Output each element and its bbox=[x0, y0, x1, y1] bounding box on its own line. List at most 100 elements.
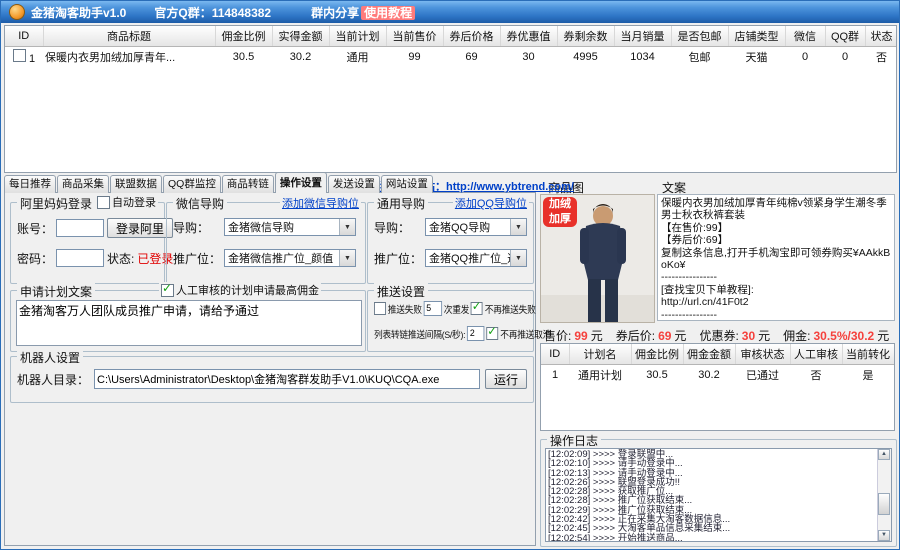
copy-text-box[interactable]: 保暖内衣男加绒加厚青年纯棉v领紧身学生潮冬季男士秋衣秋裤套装 【在售价:99】 … bbox=[657, 194, 895, 321]
checkmark-icon: ✓ bbox=[487, 325, 496, 337]
scroll-up-icon: ▲ bbox=[881, 451, 887, 457]
qq-guide-select[interactable]: 金猪QQ导购 ▼ bbox=[425, 218, 527, 236]
price-unit: 元 bbox=[758, 329, 770, 343]
group-title: 操作日志 bbox=[547, 432, 601, 449]
official-qq-group-label: 官方Q群：114848382 bbox=[154, 4, 271, 21]
qq-slot-select[interactable]: 金猪QQ推广位_通用 ▼ bbox=[425, 249, 527, 267]
checkmark-icon: ✓ bbox=[162, 282, 172, 294]
account-input[interactable] bbox=[56, 219, 104, 237]
column-header[interactable]: 佣金比例 bbox=[631, 344, 683, 365]
group-title: 微信导购 bbox=[173, 195, 227, 212]
tab-send-settings[interactable]: 发送设置 bbox=[328, 175, 380, 193]
table-row[interactable]: 1 通用计划 30.5 30.2 已通过 否 是 bbox=[541, 365, 894, 386]
run-button[interactable]: 运行 bbox=[485, 369, 527, 389]
scroll-up-button[interactable]: ▲ bbox=[878, 449, 890, 460]
add-qq-slot-link[interactable]: 添加QQ导购位 bbox=[453, 195, 529, 211]
log-scrollbar[interactable]: ▲ ▼ bbox=[877, 449, 891, 541]
tab-qq-group-monitor[interactable]: QQ群监控 bbox=[163, 175, 221, 193]
operation-settings-page: 阿里妈妈登录 自动登录 账号： 登录阿里 密码： 状态: 已登录 微信导购 添加… bbox=[4, 192, 536, 546]
column-header[interactable]: 券后价格 bbox=[443, 26, 500, 47]
column-header[interactable]: 当前转化 bbox=[842, 344, 894, 365]
push-fail-checkbox[interactable] bbox=[374, 302, 386, 315]
push-settings-group: 推送设置 推送失败 次重发 ✓ 不再推送失败 列表转链推送间隔(S/秒): ✓ … bbox=[367, 290, 534, 352]
column-header[interactable]: QQ群 bbox=[825, 26, 865, 47]
plan-apply-textarea[interactable]: 金猪淘客万人团队成员推广申请，请给予通过 bbox=[16, 300, 362, 346]
ali-login-group: 阿里妈妈登录 自动登录 账号： 登录阿里 密码： 状态: 已登录 bbox=[10, 202, 165, 284]
selected-value: 金猪微信导购 bbox=[225, 219, 294, 235]
column-header[interactable]: 是否包邮 bbox=[671, 26, 728, 47]
checkmark-icon: ✓ bbox=[472, 300, 481, 312]
tab-union-data[interactable]: 联盟数据 bbox=[110, 175, 162, 193]
column-header[interactable]: 人工审核 bbox=[790, 344, 842, 365]
wechat-guide-group: 微信导购 添加微信导购位 导购： 金猪微信导购 ▼ 推广位： 金猪微信推广位_颜… bbox=[166, 202, 366, 284]
selected-value: 金猪QQ导购 bbox=[426, 219, 490, 235]
wechat-slot-select[interactable]: 金猪微信推广位_颜值 ▼ bbox=[224, 249, 356, 267]
no-cancel-checkbox[interactable]: ✓ bbox=[486, 327, 498, 340]
manual-review-checkbox[interactable]: ✓ bbox=[161, 284, 174, 297]
column-header[interactable]: 佣金比例 bbox=[215, 26, 272, 47]
login-ali-button[interactable]: 登录阿里 bbox=[107, 218, 173, 238]
column-header[interactable]: 券优惠值 bbox=[500, 26, 557, 47]
cell-free-shipping: 包邮 bbox=[671, 47, 728, 68]
group-title: 通用导购 bbox=[374, 195, 428, 212]
column-header[interactable]: 商品标题 bbox=[43, 26, 215, 47]
account-label: 账号： bbox=[17, 220, 53, 237]
product-table: ID 商品标题 佣金比例 实得金额 当前计划 当前售价 券后价格 券优惠值 券剩… bbox=[4, 25, 897, 173]
tab-site-settings[interactable]: 网站设置 bbox=[381, 175, 433, 193]
cell-product-title: 保暖内衣男加绒加厚青年... bbox=[43, 47, 215, 68]
column-header[interactable]: ID bbox=[5, 26, 43, 47]
robot-dir-input[interactable] bbox=[94, 369, 480, 389]
price-unit: 元 bbox=[877, 329, 889, 343]
tab-product-convert[interactable]: 商品转链 bbox=[222, 175, 274, 193]
cell-coupon-value: 30 bbox=[500, 47, 557, 68]
push-fail-label: 推送失败 bbox=[388, 302, 422, 316]
log-entry: [12:02:54] >>>> 开始推送商品... bbox=[548, 534, 889, 542]
plan-apply-group: 申请计划文案 ✓ 人工审核的计划申请最高佣金 金猪淘客万人团队成员推广申请，请给… bbox=[10, 290, 366, 352]
auto-login-checkbox[interactable] bbox=[97, 196, 110, 209]
column-header[interactable]: ID bbox=[541, 344, 569, 365]
column-header[interactable]: 当前售价 bbox=[386, 26, 443, 47]
column-header[interactable]: 微信 bbox=[785, 26, 825, 47]
price-value: 69 bbox=[658, 329, 671, 343]
retry-count-input[interactable] bbox=[424, 301, 442, 316]
retry-suffix-label: 次重发 bbox=[444, 302, 469, 316]
password-input[interactable] bbox=[56, 249, 104, 267]
cell-status: 否 bbox=[865, 47, 897, 68]
cell-current-price: 99 bbox=[386, 47, 443, 68]
price-value: 99 bbox=[574, 329, 587, 343]
no-cancel-label: 不再推送取消 bbox=[500, 327, 551, 341]
scroll-thumb[interactable] bbox=[878, 493, 890, 515]
row-checkbox[interactable] bbox=[13, 49, 26, 62]
wechat-guide-select[interactable]: 金猪微信导购 ▼ bbox=[224, 218, 356, 236]
tab-daily-recommend[interactable]: 每日推荐 bbox=[4, 175, 56, 193]
tab-operation-settings[interactable]: 操作设置 bbox=[275, 172, 327, 193]
plan-table: ID 计划名 佣金比例 佣金金额 审核状态 人工审核 当前转化 1 通用计划 3… bbox=[540, 343, 895, 431]
column-header[interactable]: 审核状态 bbox=[735, 344, 790, 365]
column-header[interactable]: 计划名 bbox=[569, 344, 631, 365]
price-value: 30.5%/30.2 bbox=[814, 329, 875, 343]
tab-product-collect[interactable]: 商品采集 bbox=[57, 175, 109, 193]
qq-guide-group: 通用导购 添加QQ导购位 导购： 金猪QQ导购 ▼ 推广位： 金猪QQ推广位_通… bbox=[367, 202, 534, 284]
cell-id: 1 bbox=[29, 53, 35, 65]
cell-current-convert: 是 bbox=[842, 365, 894, 386]
column-header[interactable]: 实得金额 bbox=[272, 26, 329, 47]
manual-review-label: 人工审核的计划申请最高佣金 bbox=[176, 282, 319, 298]
column-header[interactable]: 当月销量 bbox=[614, 26, 671, 47]
interval-input[interactable] bbox=[467, 326, 484, 341]
slot-label: 推广位： bbox=[374, 250, 422, 267]
column-header[interactable]: 券剩余数 bbox=[557, 26, 614, 47]
cell-review-status: 已通过 bbox=[735, 365, 790, 386]
column-header[interactable]: 状态 bbox=[865, 26, 897, 47]
cell-commission-amount: 30.2 bbox=[683, 365, 735, 386]
column-header[interactable]: 当前计划 bbox=[329, 26, 386, 47]
table-row[interactable]: 1 保暖内衣男加绒加厚青年... 30.5 30.2 通用 99 69 30 4… bbox=[5, 47, 897, 68]
scroll-down-button[interactable]: ▼ bbox=[878, 530, 890, 541]
price-unit: 元 bbox=[591, 329, 603, 343]
add-wechat-slot-link[interactable]: 添加微信导购位 bbox=[280, 195, 361, 211]
cell-commission-ratio: 30.5 bbox=[215, 47, 272, 68]
column-header[interactable]: 店铺类型 bbox=[728, 26, 785, 47]
group-title: 申请计划文案 bbox=[17, 283, 95, 300]
no-fail-checkbox[interactable]: ✓ bbox=[471, 302, 483, 315]
cell-coupon-remaining: 4995 bbox=[557, 47, 614, 68]
column-header[interactable]: 佣金金额 bbox=[683, 344, 735, 365]
